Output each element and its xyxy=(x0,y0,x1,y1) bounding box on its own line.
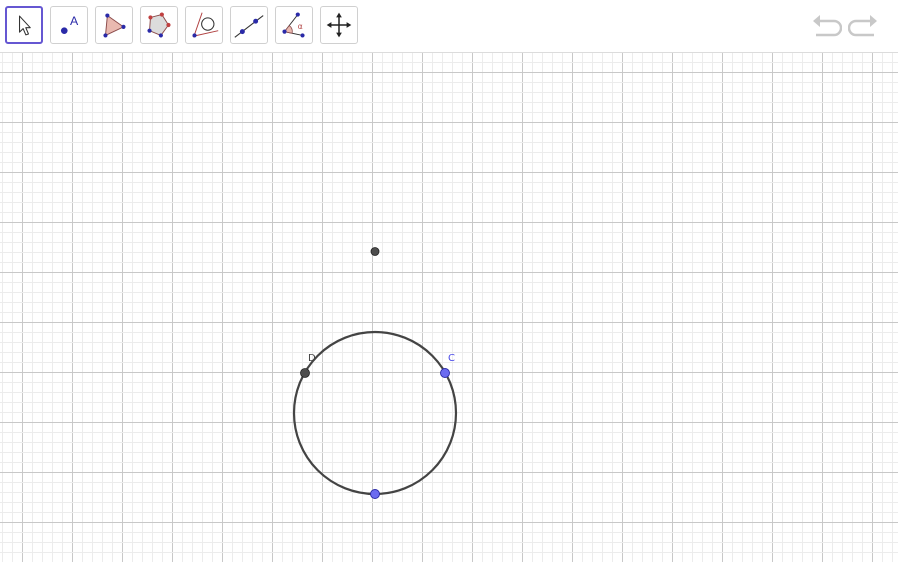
point-tool-letter: A xyxy=(70,14,79,28)
tangents-tool-button[interactable] xyxy=(185,6,223,44)
graphics-view[interactable]: D C xyxy=(0,53,898,562)
move-tool-button[interactable] xyxy=(5,6,43,44)
toolbar: A α xyxy=(0,0,898,52)
circle-tangent-icon xyxy=(192,12,219,38)
point-d-label: D xyxy=(308,353,316,364)
pentagon-icon xyxy=(147,12,171,38)
angle-icon: α xyxy=(282,12,305,38)
regular-polygon-tool-button[interactable] xyxy=(140,6,178,44)
polygon-tool-button[interactable] xyxy=(95,6,133,44)
coordinate-grid xyxy=(0,53,898,562)
point-d[interactable] xyxy=(300,368,310,378)
point-bottom[interactable] xyxy=(370,489,380,499)
arrow-pointer-icon xyxy=(18,15,31,36)
point-c-label: C xyxy=(448,353,455,364)
point-c[interactable] xyxy=(440,368,450,378)
undo-icon xyxy=(813,15,843,37)
redo-icon xyxy=(847,15,877,37)
line-through-points-icon xyxy=(234,15,264,38)
undo-button[interactable] xyxy=(810,12,843,42)
redo-button[interactable] xyxy=(847,12,880,42)
graphics-canvas[interactable] xyxy=(0,53,898,562)
move-graphics-view-tool-button[interactable] xyxy=(320,6,358,44)
triangle-icon xyxy=(103,13,126,38)
move-arrows-icon xyxy=(326,12,352,38)
line-tool-button[interactable] xyxy=(230,6,268,44)
angle-tool-button[interactable]: α xyxy=(275,6,313,44)
point-tool-button[interactable]: A xyxy=(50,6,88,44)
point-a-icon: A xyxy=(60,14,79,34)
angle-tool-alpha: α xyxy=(298,22,303,31)
point-center-top[interactable] xyxy=(370,247,380,256)
